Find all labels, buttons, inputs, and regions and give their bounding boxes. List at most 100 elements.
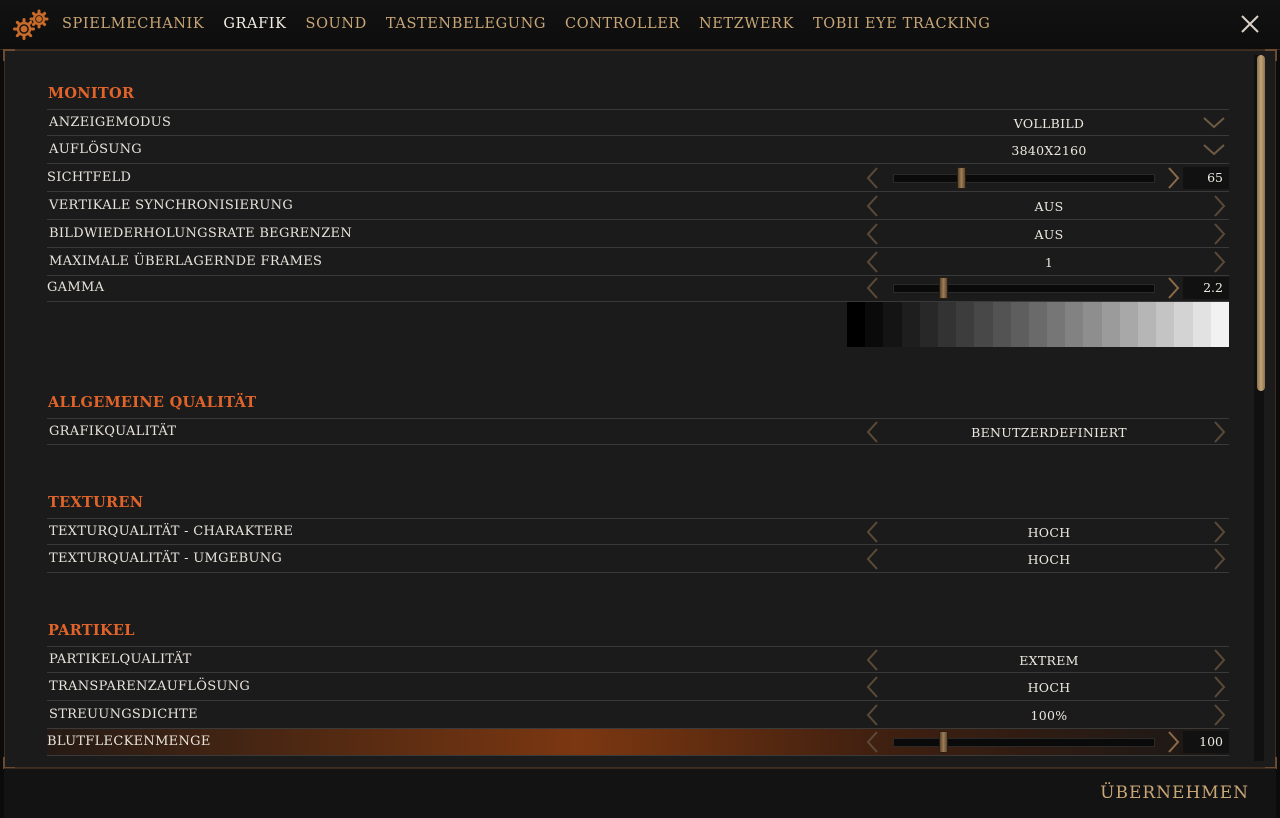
chevron-left-icon[interactable] <box>865 277 879 299</box>
setting-row-texture-characters[interactable]: TEXTURQUALITÄT - CHARAKTERE HOCH <box>47 518 1229 545</box>
setting-row-grafikqualitaet[interactable]: GRAFIKQUALITÄT BENUTZERDEFINIERT <box>47 418 1229 445</box>
chevron-right-icon[interactable] <box>1213 195 1227 217</box>
setting-value: HOCH <box>1027 552 1071 567</box>
sichtfeld-value: 65 <box>1183 167 1229 189</box>
tab-netzwerk[interactable]: NETZWERK <box>699 16 794 32</box>
setting-row-particle-quality[interactable]: PARTIKELQUALITÄT EXTREM <box>47 646 1229 673</box>
gamma-step <box>937 302 957 347</box>
tab-spielmechanik[interactable]: SPIELMECHANIK <box>62 16 204 32</box>
setting-label: TEXTURQUALITÄT - CHARAKTERE <box>49 524 294 539</box>
setting-value: HOCH <box>1027 525 1071 540</box>
chevron-down-icon[interactable] <box>1203 116 1225 130</box>
setting-row-sichtfeld[interactable]: SICHTFELD 65 <box>47 165 1229 192</box>
sichtfeld-slider-track[interactable] <box>893 174 1155 183</box>
tab-tastenbelegung[interactable]: TASTENBELEGUNG <box>386 16 546 32</box>
gamma-value: 2.2 <box>1183 277 1229 299</box>
setting-value: BENUTZERDEFINIERT <box>971 425 1127 440</box>
gamma-step <box>865 302 884 347</box>
setting-label: TEXTURQUALITÄT - UMGEBUNG <box>49 551 283 566</box>
chevron-left-icon[interactable] <box>865 195 879 217</box>
section-title-particles: PARTIKEL <box>48 622 135 639</box>
chevron-right-icon[interactable] <box>1213 223 1227 245</box>
gamma-step <box>1192 302 1211 347</box>
setting-row-gamma[interactable]: GAMMA 2.2 <box>47 275 1229 302</box>
setting-label: VERTIKALE SYNCHRONISIERUNG <box>49 198 294 213</box>
tab-tobii-eye-tracking[interactable]: TOBII EYE TRACKING <box>813 16 990 32</box>
setting-row-vsync[interactable]: VERTIKALE SYNCHRONISIERUNG AUS <box>47 193 1229 220</box>
apply-button[interactable]: ÜBERNEHMEN <box>1100 783 1249 803</box>
setting-value: EXTREM <box>1019 653 1079 668</box>
setting-value: AUS <box>1034 227 1064 242</box>
gamma-step <box>1047 302 1066 347</box>
frame-corner <box>1265 49 1277 61</box>
chevron-left-icon[interactable] <box>865 649 879 671</box>
setting-label: BILDWIEDERHOLUNGSRATE BEGRENZEN <box>49 226 353 241</box>
gamma-step <box>1083 302 1102 347</box>
setting-value: 1 <box>1044 255 1054 270</box>
gamma-step <box>1156 302 1175 347</box>
settings-content: MONITOR ANZEIGEMODUS VOLLBILD AUFLÖSUNG … <box>5 51 1249 767</box>
settings-gear-icon <box>13 9 49 40</box>
chevron-left-icon[interactable] <box>865 223 879 245</box>
gamma-step <box>1065 302 1084 347</box>
setting-row-anzeigemodus[interactable]: ANZEIGEMODUS VOLLBILD <box>47 109 1229 136</box>
chevron-right-icon[interactable] <box>1213 649 1227 671</box>
chevron-right-icon[interactable] <box>1167 731 1181 753</box>
gamma-step <box>992 302 1011 347</box>
section-title-quality: ALLGEMEINE QUALITÄT <box>48 394 257 411</box>
chevron-left-icon[interactable] <box>865 548 879 570</box>
gamma-slider-handle[interactable] <box>938 277 948 299</box>
setting-row-framerate-limit[interactable]: BILDWIEDERHOLUNGSRATE BEGRENZEN AUS <box>47 221 1229 248</box>
tab-sound[interactable]: SOUND <box>306 16 367 32</box>
chevron-right-icon[interactable] <box>1213 704 1227 726</box>
setting-value: HOCH <box>1027 680 1071 695</box>
setting-row-max-frames[interactable]: MAXIMALE ÜBERLAGERNDE FRAMES 1 <box>47 249 1229 276</box>
close-icon[interactable] <box>1238 12 1262 36</box>
setting-row-transparency[interactable]: TRANSPARENZAUFLÖSUNG HOCH <box>47 674 1229 701</box>
setting-row-texture-environment[interactable]: TEXTURQUALITÄT - UMGEBUNG HOCH <box>47 546 1229 573</box>
gamma-slider-track[interactable] <box>893 284 1155 293</box>
settings-panel: MONITOR ANZEIGEMODUS VOLLBILD AUFLÖSUNG … <box>3 49 1277 769</box>
chevron-right-icon[interactable] <box>1213 676 1227 698</box>
gamma-step <box>956 302 975 347</box>
chevron-right-icon[interactable] <box>1213 251 1227 273</box>
tab-grafik[interactable]: GRAFIK <box>223 16 286 32</box>
chevron-left-icon[interactable] <box>865 421 879 443</box>
gamma-step <box>847 302 866 347</box>
gamma-step <box>1101 302 1120 347</box>
chevron-right-icon[interactable] <box>1213 548 1227 570</box>
chevron-left-icon[interactable] <box>865 521 879 543</box>
setting-value: AUS <box>1034 199 1064 214</box>
chevron-right-icon[interactable] <box>1167 277 1181 299</box>
setting-label: SICHTFELD <box>47 170 132 185</box>
scrollbar-thumb[interactable] <box>1257 55 1265 391</box>
setting-value: 100% <box>1030 708 1068 723</box>
blood-slider-track[interactable] <box>893 738 1155 747</box>
gamma-step <box>1174 302 1193 347</box>
blood-value: 100 <box>1183 731 1229 753</box>
setting-label: PARTIKELQUALITÄT <box>49 652 192 667</box>
chevron-right-icon[interactable] <box>1213 421 1227 443</box>
section-title-textures: TEXTUREN <box>48 494 144 511</box>
footer-bar: ÜBERNEHMEN <box>4 768 1276 818</box>
setting-row-aufloesung[interactable]: AUFLÖSUNG 3840X2160 <box>47 137 1229 164</box>
chevron-left-icon[interactable] <box>865 676 879 698</box>
chevron-left-icon[interactable] <box>865 731 879 753</box>
chevron-left-icon[interactable] <box>865 167 879 189</box>
sichtfeld-slider-handle[interactable] <box>957 167 967 189</box>
chevron-left-icon[interactable] <box>865 251 879 273</box>
setting-label: BLUTFLECKENMENGE <box>47 734 211 749</box>
tab-controller[interactable]: CONTROLLER <box>565 16 680 32</box>
chevron-left-icon[interactable] <box>865 704 879 726</box>
chevron-right-icon[interactable] <box>1213 521 1227 543</box>
chevron-right-icon[interactable] <box>1167 167 1181 189</box>
setting-label: AUFLÖSUNG <box>49 142 142 157</box>
setting-label: ANZEIGEMODUS <box>49 115 172 130</box>
blood-slider-handle[interactable] <box>938 731 948 753</box>
setting-row-blood-amount[interactable]: BLUTFLECKENMENGE 100 <box>47 729 1229 756</box>
setting-row-scatter-density[interactable]: STREUUNGSDICHTE 100% <box>47 702 1229 729</box>
chevron-down-icon[interactable] <box>1203 143 1225 157</box>
gamma-calibration-strip <box>847 302 1229 347</box>
setting-label: TRANSPARENZAUFLÖSUNG <box>49 679 251 694</box>
gamma-step <box>1210 302 1229 347</box>
